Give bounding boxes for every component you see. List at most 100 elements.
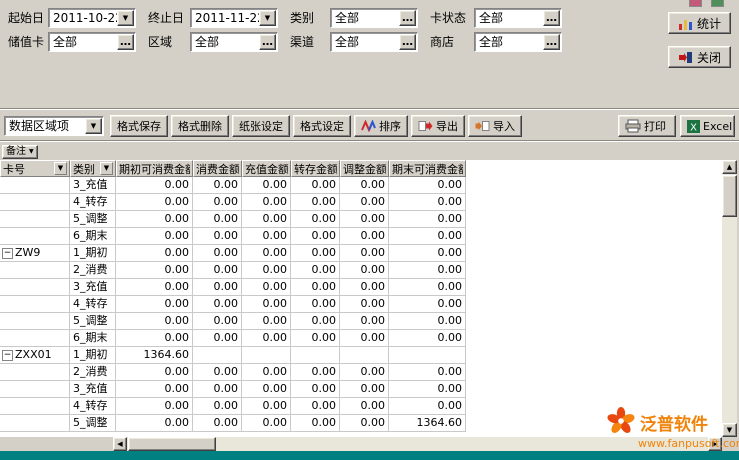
end-date-combobox[interactable]: 2011-11-22 ▼ xyxy=(190,8,278,28)
format-delete-button[interactable]: 格式删除 xyxy=(171,115,229,137)
card-number-cell[interactable] xyxy=(0,330,70,347)
card-number-cell[interactable] xyxy=(0,194,70,211)
category-cell[interactable]: 4_转存 xyxy=(70,296,116,313)
amount-cell[interactable] xyxy=(242,347,291,364)
column-header[interactable]: 充值金额 xyxy=(242,160,291,177)
column-header[interactable]: 期初可消费金额 xyxy=(116,160,193,177)
print-button[interactable]: 打印 xyxy=(618,115,676,137)
amount-cell[interactable]: 0.00 xyxy=(242,381,291,398)
category-cell[interactable]: 5_调整 xyxy=(70,415,116,432)
category-cell[interactable]: 1_期初 xyxy=(70,245,116,262)
channel-field[interactable]: 全部 … xyxy=(330,32,418,52)
amount-cell[interactable]: 0.00 xyxy=(340,381,389,398)
category-cell[interactable]: 2_消费 xyxy=(70,364,116,381)
amount-cell[interactable]: 0.00 xyxy=(242,279,291,296)
amount-cell[interactable]: 0.00 xyxy=(242,262,291,279)
amount-cell[interactable]: 0.00 xyxy=(389,279,466,296)
paper-setup-button[interactable]: 纸张设定 xyxy=(232,115,290,137)
column-header[interactable]: 消费金额 xyxy=(193,160,242,177)
amount-cell[interactable]: 0.00 xyxy=(193,211,242,228)
category-cell[interactable]: 4_转存 xyxy=(70,194,116,211)
amount-cell[interactable]: 0.00 xyxy=(242,194,291,211)
column-filter-button[interactable]: ▼ xyxy=(100,162,113,175)
amount-cell[interactable]: 0.00 xyxy=(291,415,340,432)
import-button[interactable]: 导入 xyxy=(468,115,522,137)
amount-cell[interactable]: 0.00 xyxy=(340,364,389,381)
amount-cell[interactable]: 0.00 xyxy=(193,279,242,296)
amount-cell[interactable]: 0.00 xyxy=(116,228,193,245)
chevron-down-icon[interactable]: ▼ xyxy=(85,118,102,134)
amount-cell[interactable]: 0.00 xyxy=(193,194,242,211)
amount-cell[interactable]: 0.00 xyxy=(116,245,193,262)
amount-cell[interactable]: 0.00 xyxy=(389,262,466,279)
column-header[interactable]: 转存金额 xyxy=(291,160,340,177)
chevron-down-icon[interactable]: ▼ xyxy=(117,10,134,26)
amount-cell[interactable]: 0.00 xyxy=(389,177,466,194)
amount-cell[interactable]: 0.00 xyxy=(291,279,340,296)
column-header[interactable]: 期末可消费金额 xyxy=(389,160,466,177)
start-date-combobox[interactable]: 2011-10-22 ▼ xyxy=(48,8,136,28)
card-number-cell[interactable]: −ZXX01 xyxy=(0,347,70,364)
data-region-combobox[interactable]: 数据区域项 ▼ xyxy=(4,116,104,136)
card-number-cell[interactable]: −ZW9 xyxy=(0,245,70,262)
region-field[interactable]: 全部 … xyxy=(190,32,278,52)
amount-cell[interactable]: 0.00 xyxy=(242,228,291,245)
format-save-button[interactable]: 格式保存 xyxy=(110,115,168,137)
amount-cell[interactable]: 0.00 xyxy=(116,364,193,381)
category-cell[interactable]: 4_转存 xyxy=(70,398,116,415)
card-number-cell[interactable] xyxy=(0,211,70,228)
amount-cell[interactable]: 0.00 xyxy=(340,228,389,245)
amount-cell[interactable]: 0.00 xyxy=(116,330,193,347)
amount-cell[interactable]: 0.00 xyxy=(340,279,389,296)
amount-cell[interactable] xyxy=(291,347,340,364)
category-cell[interactable]: 5_调整 xyxy=(70,313,116,330)
card-status-field[interactable]: 全部 … xyxy=(474,8,562,28)
amount-cell[interactable]: 0.00 xyxy=(340,313,389,330)
amount-cell[interactable]: 0.00 xyxy=(340,194,389,211)
vertical-scrollbar[interactable]: ▲ ▼ xyxy=(722,160,737,437)
amount-cell[interactable]: 0.00 xyxy=(193,330,242,347)
ellipsis-button[interactable]: … xyxy=(117,34,134,50)
card-number-cell[interactable] xyxy=(0,415,70,432)
amount-cell[interactable]: 0.00 xyxy=(116,313,193,330)
amount-cell[interactable]: 0.00 xyxy=(389,228,466,245)
amount-cell[interactable] xyxy=(389,347,466,364)
ellipsis-button[interactable]: … xyxy=(399,10,416,26)
amount-cell[interactable]: 0.00 xyxy=(389,313,466,330)
card-number-cell[interactable] xyxy=(0,313,70,330)
amount-cell[interactable]: 0.00 xyxy=(193,415,242,432)
amount-cell[interactable]: 0.00 xyxy=(291,364,340,381)
category-cell[interactable]: 3_充值 xyxy=(70,177,116,194)
scroll-up-button[interactable]: ▲ xyxy=(722,160,737,174)
export-button[interactable]: 导出 xyxy=(411,115,465,137)
remark-button[interactable]: 备注 ▼ xyxy=(2,145,38,159)
amount-cell[interactable]: 0.00 xyxy=(389,211,466,228)
amount-cell[interactable]: 0.00 xyxy=(389,398,466,415)
amount-cell[interactable]: 0.00 xyxy=(242,313,291,330)
card-number-cell[interactable] xyxy=(0,296,70,313)
category-cell[interactable]: 5_调整 xyxy=(70,211,116,228)
excel-button[interactable]: X Excel xyxy=(680,115,735,137)
amount-cell[interactable]: 0.00 xyxy=(242,364,291,381)
sort-button[interactable]: 排序 xyxy=(354,115,408,137)
amount-cell[interactable]: 0.00 xyxy=(340,245,389,262)
amount-cell[interactable]: 0.00 xyxy=(116,262,193,279)
ellipsis-button[interactable]: … xyxy=(259,34,276,50)
chevron-down-icon[interactable]: ▼ xyxy=(259,10,276,26)
amount-cell[interactable]: 0.00 xyxy=(340,296,389,313)
shop-field[interactable]: 全部 … xyxy=(474,32,562,52)
amount-cell[interactable] xyxy=(340,347,389,364)
amount-cell[interactable]: 0.00 xyxy=(242,330,291,347)
amount-cell[interactable]: 0.00 xyxy=(340,415,389,432)
amount-cell[interactable]: 0.00 xyxy=(340,330,389,347)
amount-cell[interactable]: 0.00 xyxy=(389,245,466,262)
card-number-cell[interactable] xyxy=(0,364,70,381)
category-cell[interactable]: 1_期初 xyxy=(70,347,116,364)
card-number-cell[interactable] xyxy=(0,228,70,245)
amount-cell[interactable]: 0.00 xyxy=(242,245,291,262)
amount-cell[interactable]: 0.00 xyxy=(242,177,291,194)
category-cell[interactable]: 3_充值 xyxy=(70,381,116,398)
amount-cell[interactable]: 0.00 xyxy=(389,296,466,313)
amount-cell[interactable]: 0.00 xyxy=(116,398,193,415)
amount-cell[interactable]: 0.00 xyxy=(193,177,242,194)
